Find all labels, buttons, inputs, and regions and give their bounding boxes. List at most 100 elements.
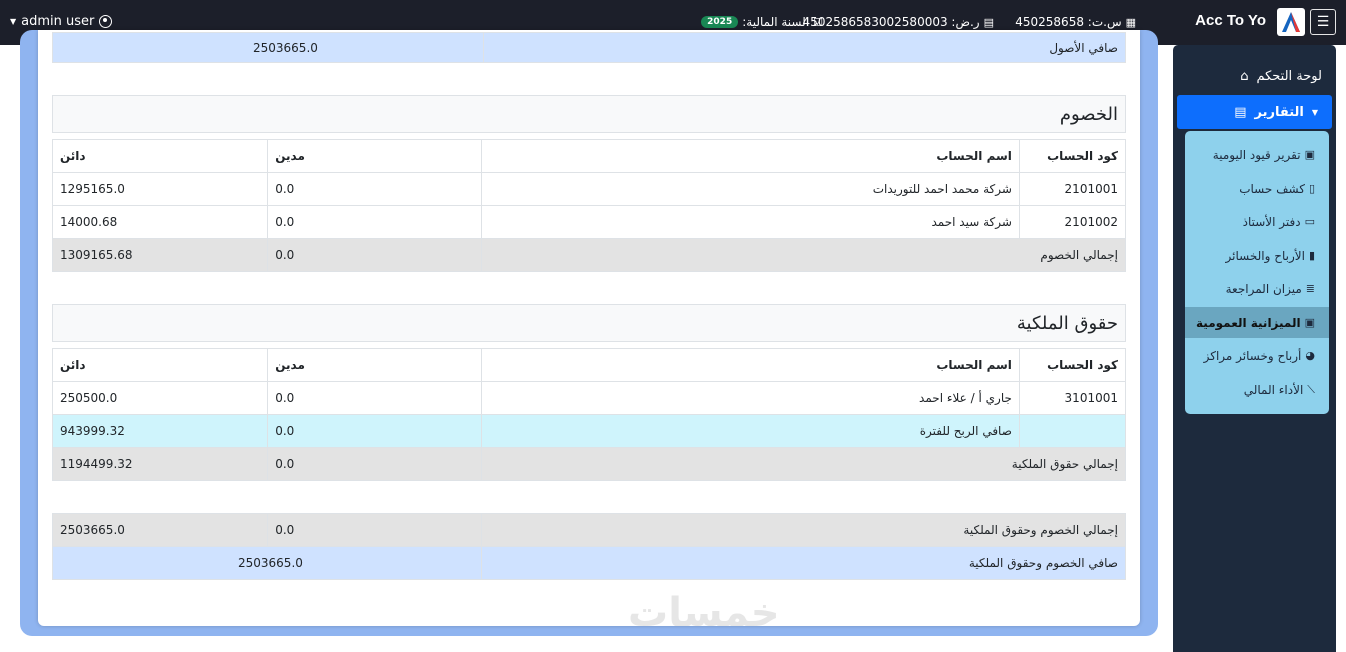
sidebar-item-reports[interactable]: ▤ التقارير ▼ [1177, 95, 1332, 129]
calendar-check-icon: ☑ [813, 15, 823, 29]
net-assets-row: صافي الأصول 2503665.0 [52, 32, 1127, 63]
user-menu[interactable]: ▼ admin user [10, 14, 113, 29]
fiscal-year-badge: 2025 [701, 16, 739, 28]
submenu-label: دفتر الأستاذ [1242, 214, 1301, 229]
col-credit: دائن [51, 139, 269, 173]
col-debit: مدين [267, 348, 483, 382]
sidebar-item-label: لوحة التحكم [1256, 68, 1322, 84]
user-circle-icon [99, 15, 113, 28]
cell-credit: 14000.68 [51, 205, 269, 239]
balance-sheet-card: صافي الأصول 2503665.0 الخصوم كود الحساب … [38, 30, 1140, 626]
grand-net-label: صافي الخصوم وحقوق الملكية [481, 546, 1126, 580]
pie-chart-icon: ◕ [1305, 349, 1315, 362]
liabilities-table: كود الحساب اسم الحساب مدين دائن 2101001 … [51, 139, 1127, 272]
col-code: كود الحساب [1018, 139, 1127, 173]
equity-total-row: إجمالي حقوق الملكية 0.0 1194499.32 [51, 447, 1126, 481]
journal-icon: ▣ [1304, 148, 1315, 161]
table-row: 2101001 شركة محمد احمد للتوريدات 0.0 129… [51, 172, 1127, 206]
user-name: admin user [21, 14, 95, 29]
equity-table: كود الحساب اسم الحساب مدين دائن 3101001 … [51, 348, 1127, 481]
grand-total-label: إجمالي الخصوم وحقوق الملكية [481, 513, 1126, 547]
total-credit: 1194499.32 [51, 447, 269, 481]
building-icon: ▦ [1125, 15, 1136, 29]
liabilities-heading: الخصوم [52, 95, 1126, 133]
col-name: اسم الحساب [481, 139, 1020, 173]
submenu-label: الأداء المالي [1243, 382, 1304, 397]
total-label: إجمالي الخصوم [481, 238, 1126, 272]
net-assets-value: 2503665.0 [52, 32, 484, 63]
submenu-label: كشف حساب [1239, 181, 1305, 196]
total-debit: 0.0 [267, 238, 483, 272]
sidebar: ⌂ لوحة التحكم ▤ التقارير ▼ ▣ تقرير قيود … [1173, 45, 1336, 652]
cell-code: 3101001 [1018, 381, 1127, 415]
cell-debit: 0.0 [267, 381, 483, 415]
grand-total-table: إجمالي الخصوم وحقوق الملكية 0.0 2503665.… [51, 513, 1126, 580]
net-profit-debit: 0.0 [267, 414, 483, 448]
grand-net-value: 2503665.0 [51, 546, 483, 580]
menu-toggle-button[interactable]: ☰ [1310, 9, 1336, 35]
submenu-financial-performance[interactable]: ⟋ الأداء المالي [1185, 374, 1329, 405]
submenu-label: أرباح وخسائر مراكز [1203, 348, 1302, 363]
net-profit-label: صافي الربح للفترة [481, 414, 1020, 448]
app-logo[interactable] [1277, 8, 1305, 36]
watermark: خمسات [628, 590, 780, 626]
submenu-balance-sheet[interactable]: ▣ الميزانية العمومية [1185, 307, 1329, 338]
submenu-label: الأرباح والخسائر [1225, 248, 1305, 263]
submenu-ledger[interactable]: ▭ دفتر الأستاذ [1185, 206, 1329, 237]
submenu-label: الميزانية العمومية [1196, 315, 1301, 330]
report-icon: ▤ [1234, 104, 1247, 120]
submenu-label: تقرير قيود اليومية [1212, 147, 1301, 162]
table-row: 3101001 جاري أ / علاء احمد 0.0 250500.0 [51, 381, 1127, 415]
total-debit: 0.0 [267, 447, 483, 481]
total-label: إجمالي حقوق الملكية [481, 447, 1126, 481]
total-credit: 1309165.68 [51, 238, 269, 272]
brand-name[interactable]: Acc To Yo [1195, 12, 1266, 29]
grand-total-row: إجمالي الخصوم وحقوق الملكية 0.0 2503665.… [51, 513, 1126, 547]
cell-credit: 1295165.0 [51, 172, 269, 206]
tax-number: ▤ ر.ض: 4502586583002580003 [802, 15, 994, 29]
submenu-profit-loss[interactable]: ▮ الأرباح والخسائر [1185, 240, 1329, 271]
cell-code: 2101001 [1018, 172, 1127, 206]
reports-submenu: ▣ تقرير قيود اليومية ▯ كشف حساب ▭ دفتر ا… [1185, 131, 1329, 414]
net-assets-table: صافي الأصول 2503665.0 [52, 32, 1127, 63]
col-code: كود الحساب [1018, 348, 1127, 382]
cell-credit: 250500.0 [51, 381, 269, 415]
submenu-account-statement[interactable]: ▯ كشف حساب [1185, 173, 1329, 204]
submenu-label: ميزان المراجعة [1225, 281, 1302, 296]
book-icon: ▭ [1304, 215, 1315, 228]
main-card-frame: صافي الأصول 2503665.0 الخصوم كود الحساب … [20, 30, 1158, 636]
net-profit-row: صافي الربح للفترة 0.0 943999.32 [51, 414, 1127, 448]
col-name: اسم الحساب [481, 348, 1020, 382]
submenu-cost-centers[interactable]: ◕ أرباح وخسائر مراكز [1185, 340, 1329, 371]
col-credit: دائن [51, 348, 269, 382]
grand-net-row: صافي الخصوم وحقوق الملكية 2503665.0 [51, 546, 1126, 580]
balance-icon: ▣ [1304, 316, 1315, 329]
net-profit-credit: 943999.32 [51, 414, 269, 448]
cell-debit: 0.0 [267, 172, 483, 206]
cell-name: شركة محمد احمد للتوريدات [481, 172, 1020, 206]
home-icon: ⌂ [1240, 68, 1249, 84]
line-chart-icon: ⟋ [1307, 382, 1315, 396]
logo-icon [1282, 12, 1300, 32]
caret-down-icon: ▼ [1311, 107, 1318, 117]
list-icon: ≣ [1305, 282, 1315, 295]
table-header-row: كود الحساب اسم الحساب مدين دائن [51, 139, 1127, 173]
bar-chart-icon: ▮ [1308, 249, 1315, 262]
file-icon: ▯ [1308, 182, 1315, 195]
net-assets-label: صافي الأصول [482, 32, 1127, 63]
cell-name: جاري أ / علاء احمد [481, 381, 1020, 415]
table-row: 2101002 شركة سيد احمد 0.0 14000.68 [51, 205, 1127, 239]
grand-total-credit: 2503665.0 [51, 513, 269, 547]
col-debit: مدين [267, 139, 483, 173]
fiscal-year: ☑ السنة المالية: 2025 [701, 15, 823, 29]
cell-code [1018, 414, 1127, 448]
cell-debit: 0.0 [267, 205, 483, 239]
hamburger-icon: ☰ [1316, 14, 1330, 30]
sidebar-item-dashboard[interactable]: ⌂ لوحة التحكم [1173, 60, 1336, 92]
equity-heading: حقوق الملكية [52, 304, 1126, 342]
submenu-trial-balance[interactable]: ≣ ميزان المراجعة [1185, 273, 1329, 304]
cell-code: 2101002 [1018, 205, 1127, 239]
grand-total-debit: 0.0 [267, 513, 483, 547]
submenu-journal-report[interactable]: ▣ تقرير قيود اليومية [1185, 139, 1329, 170]
table-header-row: كود الحساب اسم الحساب مدين دائن [51, 348, 1127, 382]
